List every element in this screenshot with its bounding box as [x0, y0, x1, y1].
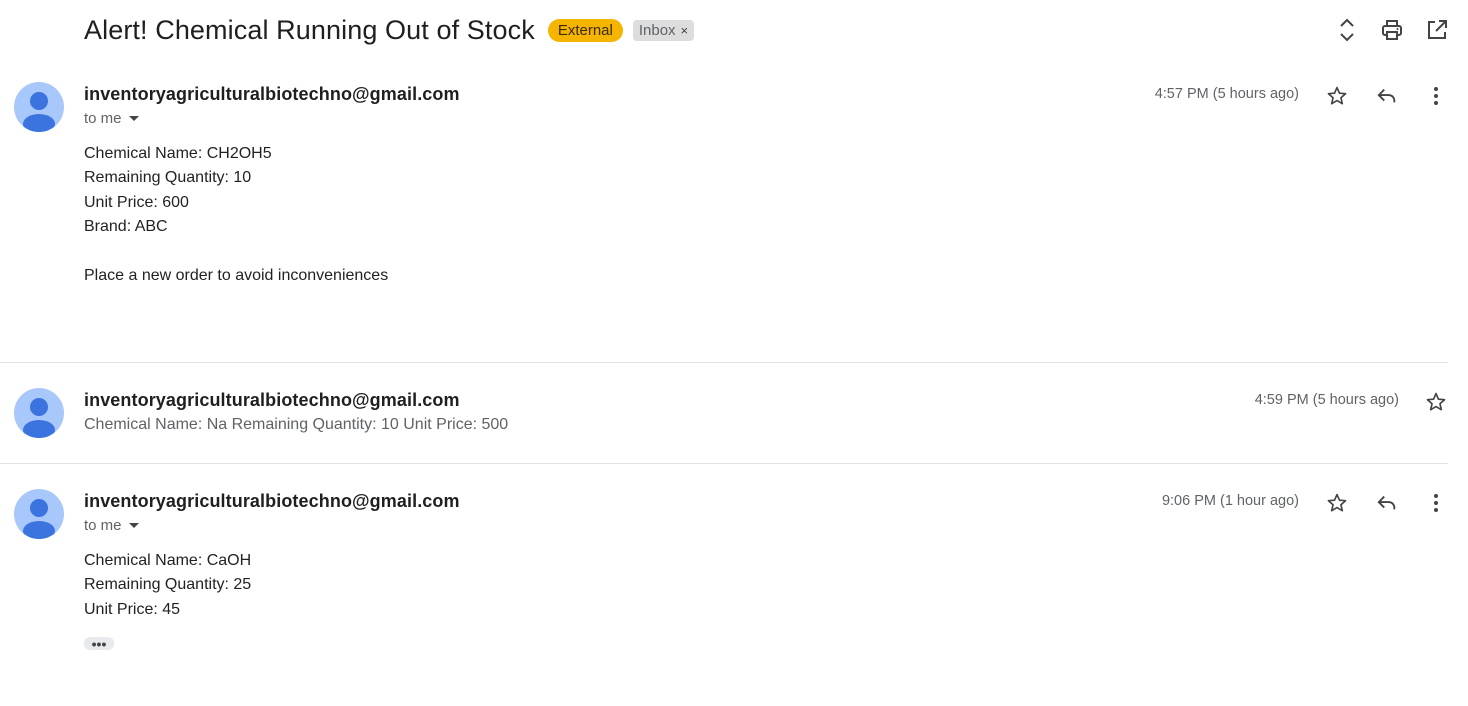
open-in-new-window-icon[interactable] — [1424, 17, 1450, 43]
reply-icon[interactable] — [1374, 490, 1400, 516]
sender-avatar — [14, 82, 64, 132]
email-subject: Alert! Chemical Running Out of Stock — [84, 14, 535, 45]
remove-label-button[interactable]: × — [681, 23, 689, 38]
message-body-line: Remaining Quantity: 10 — [84, 169, 252, 186]
recipient-label: to me — [84, 517, 122, 534]
caret-down-icon — [128, 523, 139, 528]
message-body-line: Brand: ABC — [84, 218, 168, 235]
message-timestamp: 4:57 PM (5 hours ago) — [1154, 86, 1299, 102]
star-icon[interactable] — [1423, 389, 1449, 415]
more-options-icon[interactable] — [1423, 490, 1449, 516]
recipient-details-toggle[interactable]: to me — [84, 517, 139, 534]
print-icon[interactable] — [1379, 17, 1405, 43]
message-body-line: Chemical Name: CaOH — [84, 552, 252, 569]
message-divider — [0, 362, 1448, 363]
external-label-chip: External — [547, 18, 623, 42]
star-icon[interactable] — [1324, 490, 1350, 516]
message-body-line: Unit Price: 600 — [84, 194, 189, 211]
message-body-line: Place a new order to avoid inconvenience… — [84, 267, 389, 284]
caret-down-icon — [128, 116, 139, 121]
more-options-icon[interactable] — [1423, 83, 1449, 109]
message-body-line: Unit Price: 45 — [84, 601, 181, 618]
sender-email[interactable]: inventoryagriculturalbiotechno@gmail.com — [84, 84, 460, 105]
inbox-label-text: Inbox — [638, 21, 676, 39]
show-trimmed-content-button[interactable]: ••• — [84, 635, 114, 652]
message-timestamp: 9:06 PM (1 hour ago) — [1161, 493, 1299, 509]
subject-row: Alert! Chemical Running Out of Stock Ext… — [84, 12, 695, 48]
message-divider — [0, 463, 1448, 464]
recipient-label: to me — [84, 110, 122, 127]
recipient-details-toggle[interactable]: to me — [84, 110, 139, 127]
sender-email[interactable]: inventoryagriculturalbiotechno@gmail.com — [84, 491, 460, 512]
ellipsis-icon: ••• — [91, 635, 107, 652]
sender-email[interactable]: inventoryagriculturalbiotechno@gmail.com — [84, 390, 460, 411]
collapsed-message-snippet[interactable]: Chemical Name: Na Remaining Quantity: 10… — [84, 416, 508, 434]
expand-collapse-icon[interactable] — [1334, 17, 1360, 43]
message-timestamp: 4:59 PM (5 hours ago) — [1254, 392, 1399, 408]
message-body-line: Chemical Name: CH2OH5 — [84, 145, 272, 162]
star-icon[interactable] — [1324, 83, 1350, 109]
sender-avatar — [14, 388, 64, 438]
inbox-label-chip: Inbox × — [632, 19, 695, 41]
sender-avatar — [14, 489, 64, 539]
message-body-line: Remaining Quantity: 25 — [84, 576, 252, 593]
reply-icon[interactable] — [1374, 83, 1400, 109]
